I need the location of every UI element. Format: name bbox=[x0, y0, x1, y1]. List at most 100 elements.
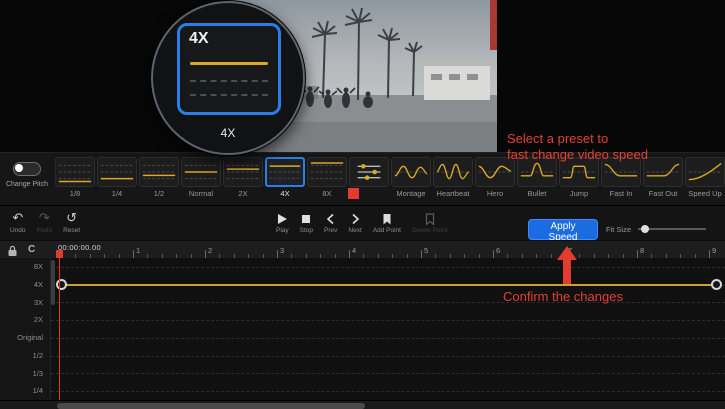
ruler-number: 1 bbox=[136, 246, 140, 255]
preset-label: Fast In bbox=[601, 189, 641, 198]
preview-area: Select a preset to fast change video spe… bbox=[0, 0, 725, 152]
preset-thumbnail bbox=[97, 157, 137, 187]
apply-speed-button[interactable]: Apply Speed bbox=[528, 219, 598, 240]
ruler-number: 8 bbox=[640, 246, 644, 255]
preset-thumbnail bbox=[307, 157, 347, 187]
change-pitch-control: Change Pitch bbox=[0, 153, 54, 206]
speed-point-end[interactable] bbox=[711, 279, 722, 290]
playback-controls: Play Stop Prev Next Add Point Delete Poi… bbox=[276, 211, 447, 234]
ruler-number: 4 bbox=[352, 246, 356, 255]
video-speed-editor: Select a preset to fast change video spe… bbox=[0, 0, 725, 409]
preset-label: Hero bbox=[475, 189, 515, 198]
preset-hero[interactable]: Hero bbox=[475, 157, 515, 206]
stop-icon bbox=[300, 211, 312, 226]
undo-button[interactable]: ↶ Undo bbox=[10, 211, 26, 234]
stop-button[interactable]: Stop bbox=[300, 211, 313, 234]
ruler-number: 5 bbox=[424, 246, 428, 255]
preset-thumbnail bbox=[685, 157, 725, 187]
timecode: 00:00:00.00 bbox=[58, 243, 101, 252]
fit-size-slider[interactable] bbox=[638, 228, 706, 230]
playhead[interactable] bbox=[56, 250, 63, 258]
speed-scale-1-4: 1/4 bbox=[0, 382, 50, 400]
speed-point-start[interactable] bbox=[56, 279, 67, 290]
preset-4x[interactable]: 4X bbox=[265, 157, 305, 206]
annotation-arrow-head bbox=[557, 246, 577, 260]
preset-1-4[interactable]: 1/4 bbox=[97, 157, 137, 206]
horizontal-scrollbar-track[interactable] bbox=[0, 400, 725, 409]
preset-thumbnail bbox=[181, 157, 221, 187]
reset-icon: ↺ bbox=[66, 211, 77, 226]
curve-mode-icon[interactable]: C bbox=[28, 244, 35, 255]
horizontal-scrollbar-thumb[interactable] bbox=[57, 403, 365, 409]
speed-curve-line[interactable] bbox=[61, 284, 721, 286]
preset-label: 4X bbox=[265, 189, 305, 198]
preset-label: Jump bbox=[559, 189, 599, 198]
preset-thumbnail bbox=[55, 157, 95, 187]
preset-jump[interactable]: Jump bbox=[559, 157, 599, 206]
preset-label: Heartbeat bbox=[433, 189, 473, 198]
fit-size-knob[interactable] bbox=[641, 225, 649, 233]
preset-label: Montage bbox=[391, 189, 431, 198]
ruler-number: 3 bbox=[280, 246, 284, 255]
preset-normal[interactable]: Normal bbox=[181, 157, 221, 206]
ruler-number: 6 bbox=[496, 246, 500, 255]
ruler-number: 2 bbox=[208, 246, 212, 255]
change-pitch-toggle[interactable] bbox=[13, 162, 41, 176]
preset-label: Speed Up bbox=[685, 189, 725, 198]
preset-fast-out[interactable]: Fast Out bbox=[643, 157, 683, 206]
speed-scale-original: Original bbox=[0, 329, 50, 347]
next-button[interactable]: Next bbox=[348, 211, 361, 234]
magnified-4x-preset: 4X bbox=[177, 23, 281, 115]
preset-2x[interactable]: 2X bbox=[223, 157, 263, 206]
preset-label: 1/8 bbox=[55, 189, 95, 198]
preset-label: Normal bbox=[181, 189, 221, 198]
reset-button[interactable]: ↺ Reset bbox=[63, 211, 80, 234]
preset-bullet[interactable]: Bullet bbox=[517, 157, 557, 206]
delete-point-button[interactable]: Delete Point bbox=[412, 211, 447, 234]
preset-label: 2X bbox=[223, 189, 263, 198]
preset-speed-up[interactable]: Speed Up bbox=[685, 157, 725, 206]
undo-icon: ↶ bbox=[12, 211, 23, 226]
prev-icon bbox=[325, 211, 337, 226]
speed-scale-2x: 2X bbox=[0, 311, 50, 329]
annotation-confirm: Confirm the changes bbox=[503, 289, 623, 305]
toggle-knob bbox=[15, 164, 23, 172]
preset-label: Fast Out bbox=[643, 189, 683, 198]
preset-thumbnail bbox=[643, 157, 683, 187]
annotation-red-square bbox=[348, 188, 359, 199]
magnifier-callout: 4X 4X bbox=[151, 1, 305, 155]
speed-scale-4x: 4X bbox=[0, 276, 50, 294]
add-point-button[interactable]: Add Point bbox=[373, 211, 401, 234]
redo-button[interactable]: ↷ Redo bbox=[37, 211, 53, 234]
speed-gridline bbox=[51, 391, 725, 392]
change-pitch-label: Change Pitch bbox=[0, 181, 54, 188]
preset-montage[interactable]: Montage bbox=[391, 157, 431, 206]
play-button[interactable]: Play bbox=[276, 211, 289, 234]
delete-point-icon bbox=[424, 211, 436, 226]
timeline-tracks: 8X4X3X2XOriginal1/21/31/4 bbox=[0, 258, 725, 400]
speed-gridline bbox=[51, 320, 725, 321]
redo-icon: ↷ bbox=[39, 211, 50, 226]
speed-scale: 8X4X3X2XOriginal1/21/31/4 bbox=[0, 258, 51, 400]
preset-label: 8X bbox=[307, 189, 347, 198]
timeline-ruler[interactable]: C 00:00:00.00 123456789 bbox=[0, 240, 725, 259]
fit-size-label: Fit Size bbox=[606, 225, 631, 234]
preset-thumbnail bbox=[433, 157, 473, 187]
speed-scale-1-2: 1/2 bbox=[0, 347, 50, 365]
vertical-scrollbar[interactable] bbox=[51, 260, 55, 305]
speed-scale-3x: 3X bbox=[0, 294, 50, 312]
preset-thumbnail bbox=[349, 157, 389, 187]
speed-gridline bbox=[51, 356, 725, 357]
next-icon bbox=[349, 211, 361, 226]
preset-label: 1/4 bbox=[97, 189, 137, 198]
playhead-line bbox=[59, 258, 60, 400]
preset-thumbnail bbox=[223, 157, 263, 187]
preset-fast-in[interactable]: Fast In bbox=[601, 157, 641, 206]
preset-heartbeat[interactable]: Heartbeat bbox=[433, 157, 473, 206]
preset-8x[interactable]: 8X bbox=[307, 157, 347, 206]
preset-1-8[interactable]: 1/8 bbox=[55, 157, 95, 206]
preset-thumbnail bbox=[139, 157, 179, 187]
fit-size-control: Fit Size bbox=[606, 219, 706, 239]
prev-button[interactable]: Prev bbox=[324, 211, 337, 234]
preset-1-2[interactable]: 1/2 bbox=[139, 157, 179, 206]
